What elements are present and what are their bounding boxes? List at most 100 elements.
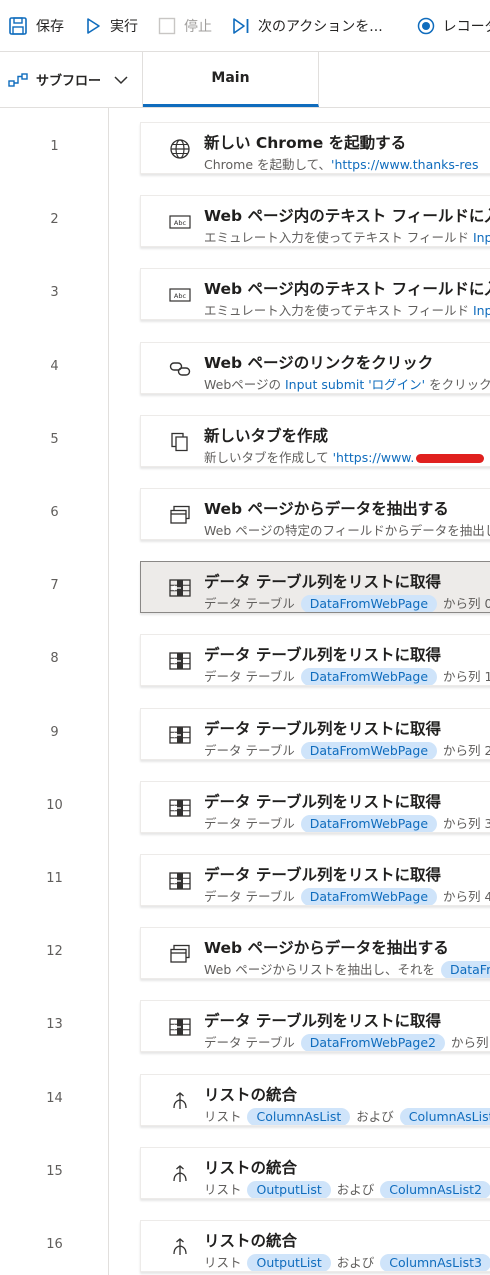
svg-text:Abc: Abc [174,292,187,300]
action-description: データ テーブル DataFromWebPage から列 2 [204,740,490,759]
table-column-icon [169,650,191,672]
action-description: Web ページからリストを抽出し、それを DataFro [204,959,490,978]
parameter-link: Input submit 'ログイン' [284,377,426,392]
description-text: リスト [204,1109,246,1124]
action-step[interactable]: データ テーブル列をリストに取得データ テーブル DataFromWebPage… [140,708,490,760]
line-number: 6 [50,505,59,520]
action-description: データ テーブル DataFromWebPage から列 0 [204,593,490,612]
action-title: 新しい Chrome を起動する [204,134,407,152]
action-step[interactable]: 新しいタブを作成新しいタブを作成して 'https://www. [140,415,490,467]
subflow-dropdown[interactable]: サブフロー [0,52,143,107]
action-step[interactable]: データ テーブル列をリストに取得 データ テーブル DataFromWebPage… [140,781,490,833]
action-title: リストの統合 [204,1232,298,1250]
action-step[interactable]: Web ページからデータを抽出する Web ページからリストを抽出し、それを Da… [140,927,490,979]
line-number: 5 [50,432,59,447]
action-description: データ テーブル DataFromWebPage から列 4 [204,886,490,905]
action-step[interactable]: 新しい Chrome を起動する Chrome を起動して、'https://ww… [140,122,490,174]
parameter-link: 'https://www. [332,450,415,465]
action-step[interactable]: Web ページからデータを抽出する Web ページの特定のフィールドからデータを抽… [140,488,490,540]
parameter-link: 'https://www.thanks-res [331,157,479,172]
variable-tag: OutputList [247,1254,331,1271]
stop-button[interactable]: 停止 [148,0,222,52]
line-number: 2 [50,212,59,227]
save-button[interactable]: 保存 [0,0,74,52]
description-text: エミュレート入力を使ってテキスト フィールド [204,230,473,245]
action-title: データ テーブル列をリストに取得 [204,1012,441,1030]
description-text: および [352,1109,398,1124]
action-title: Web ページ内のテキスト フィールドに入力す [204,207,490,225]
table-column-icon [169,797,191,819]
action-step[interactable]: リストの統合リスト OutputList および ColumnAsList3 [140,1220,490,1272]
action-step[interactable]: データ テーブル列をリストに取得データ テーブル DataFromWebPage… [140,1000,490,1052]
recorder-button[interactable]: レコーダー [407,0,490,52]
description-text: をクリックし [429,377,490,392]
description-text: から列 1 [439,669,490,684]
action-title: データ テーブル列をリストに取得 [204,866,441,884]
variable-tag: DataFromWebPage [300,888,438,905]
variable-tag: ColumnAsList [247,1108,351,1125]
line-number: 3 [50,285,59,300]
action-description: リスト ColumnAsList および ColumnAsList [204,1106,490,1125]
description-text: エミュレート入力を使ってテキスト フィールド [204,303,473,318]
action-step[interactable]: リストの統合 リスト OutputList および ColumnAsList2 [140,1147,490,1199]
action-description: リスト OutputList および ColumnAsList3 [204,1252,490,1271]
play-icon [87,17,100,34]
action-step[interactable]: データ テーブル列をリストに取得 データ テーブル DataFromWebPage… [140,854,490,906]
description-text: から列 0 [439,596,490,611]
table-column-icon [169,1016,191,1038]
description-text: から列 3 [439,816,490,831]
table-column-icon [169,577,191,599]
description-text: データ テーブル [204,889,299,904]
description-text: データ テーブル [204,816,299,831]
action-description: データ テーブル DataFromWebPage から列 1 [204,666,490,685]
description-text: データ テーブル [204,596,299,611]
action-title: データ テーブル列をリストに取得 [204,720,441,738]
line-number: 10 [46,798,63,813]
action-title: 新しいタブを作成 [204,427,329,445]
description-text: から列 0 [450,1035,490,1050]
action-title: Web ページからデータを抽出する [204,939,449,957]
action-step[interactable]: リストの統合 リスト ColumnAsList および ColumnAsList [140,1074,490,1126]
action-description: データ テーブル DataFromWebPage2 から列 0 [204,1032,490,1051]
action-description: 新しいタブを作成して 'https://www. [204,447,485,466]
variable-tag: OutputList [247,1181,331,1198]
action-step[interactable]: Abc Web ページ内のテキスト フィールドに入力すエミュレート入力を使ってテキ… [140,195,490,247]
action-title: Web ページのリンクをクリック [204,354,434,372]
description-text: データ テーブル [204,1035,299,1050]
link-icon [169,358,191,380]
redaction-mark [416,454,485,463]
globe-icon [169,138,191,160]
merge-icon [169,1090,191,1112]
new-tab-icon [169,431,191,453]
tab-bar: サブフロー Main [0,52,490,108]
line-number: 7 [50,578,59,593]
description-text: データ テーブル [204,743,299,758]
next-action-button[interactable]: 次のアクションを... [222,0,393,52]
description-text: および [332,1182,379,1197]
step-next-icon [233,17,249,34]
tab-main[interactable]: Main [143,52,319,107]
action-title: リストの統合 [204,1159,298,1177]
action-step[interactable]: Abc Web ページ内のテキスト フィールドに入力すエミュレート入力を使ってテキ… [140,268,490,320]
action-title: リストの統合 [204,1086,298,1104]
action-description: Webページの Input submit 'ログイン' をクリックし [204,374,490,393]
description-text: Web ページの特定のフィールドからデータを抽出し、 [204,523,490,538]
line-number: 8 [50,651,59,666]
action-step[interactable]: Web ページのリンクをクリック Webページの Input submit 'ログ… [140,342,490,394]
extract-icon [169,504,191,526]
action-step[interactable]: データ テーブル列をリストに取得 データ テーブル DataFromWebPage… [140,561,490,613]
description-text: Webページの [204,377,285,392]
merge-icon [169,1163,191,1185]
tab-main-label: Main [211,70,250,86]
description-text: データ テーブル [204,669,299,684]
action-step[interactable]: データ テーブル列をリストに取得 データ テーブル DataFromWebPage… [140,634,490,686]
line-number: 4 [50,359,59,374]
variable-tag: DataFromWebPage [300,815,438,832]
variable-tag: ColumnAsList [399,1108,490,1125]
description-text: Chrome を起動して、 [204,157,332,172]
line-number: 12 [46,944,63,959]
variable-tag: ColumnAsList3 [380,1254,490,1271]
next-action-label: 次のアクションを... [258,18,383,35]
textbox-icon: Abc [169,211,191,233]
run-button[interactable]: 実行 [74,0,148,52]
